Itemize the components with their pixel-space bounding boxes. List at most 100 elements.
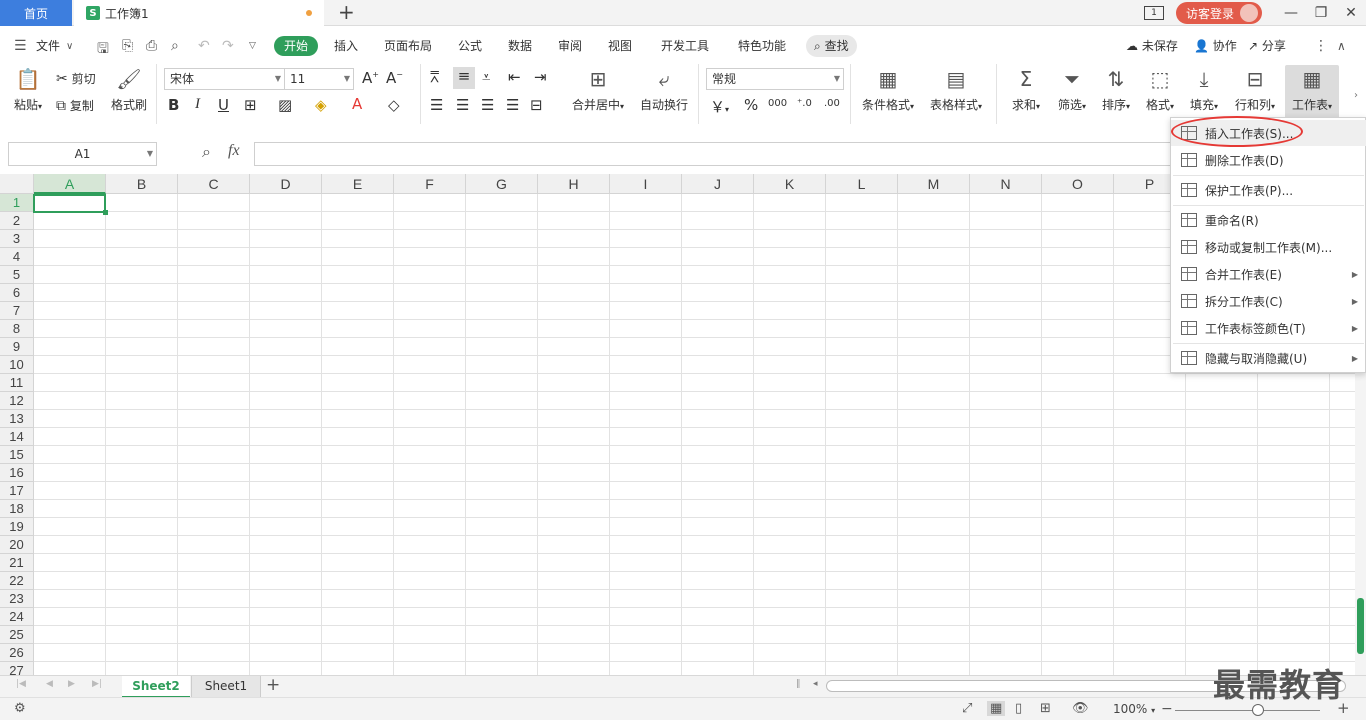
home-tab[interactable]: 首页 [0,0,72,26]
row-header-23[interactable]: 23 [0,590,34,608]
ribbon-scroll-right-icon[interactable]: › [1354,90,1358,101]
chevron-down-icon[interactable]: ∨ [66,41,73,52]
active-cell-a1[interactable] [33,194,108,215]
copy-button[interactable]: ⧉ 复制 [56,97,94,114]
window-count-icon[interactable]: 1 [1143,6,1164,20]
more-options-icon[interactable]: ⋮ [1314,38,1328,54]
column-header-o[interactable]: O [1042,174,1114,194]
tab-developer[interactable]: 开发工具 [661,33,709,59]
thousands-separator-button[interactable]: 000 [768,98,787,109]
tab-page-layout[interactable]: 页面布局 [384,33,432,59]
row-header-3[interactable]: 3 [0,230,34,248]
print-icon[interactable]: ⎙ [146,38,157,54]
decrease-font-icon[interactable]: A− [386,69,403,87]
fill-pattern-icon[interactable]: ▨ [278,96,292,114]
increase-decimal-icon[interactable]: ⁺.0 [797,98,812,109]
restore-button[interactable]: ❐ [1306,5,1336,21]
column-header-k[interactable]: K [754,174,826,194]
row-col-button[interactable]: ⊟ 行和列▾ [1232,66,1278,113]
visitor-login-button[interactable]: 访客登录 [1175,2,1262,24]
row-header-1[interactable]: 1 [0,194,34,212]
menu-tab-color[interactable]: 工作表标签颜色(T) ▶ [1171,315,1366,341]
row-header-21[interactable]: 21 [0,554,34,572]
menu-rename[interactable]: 重命名(R) [1171,207,1366,233]
font-name-select[interactable]: 宋体 ▼ [164,68,285,90]
fullscreen-icon[interactable]: ⤢ [962,701,972,716]
first-sheet-icon[interactable]: |◀ [16,679,26,689]
document-tab[interactable]: S 工作簿1 [74,0,324,26]
menu-split-worksheet[interactable]: 拆分工作表(C) ▶ [1171,288,1366,314]
normal-view-icon[interactable]: ▦ [987,701,1006,716]
macro-settings-icon[interactable]: ⚙ [14,701,26,716]
row-header-16[interactable]: 16 [0,464,34,482]
row-header-17[interactable]: 17 [0,482,34,500]
column-header-l[interactable]: L [826,174,898,194]
sheet-tab-sheet1[interactable]: Sheet1 [191,676,261,698]
tab-review[interactable]: 审阅 [558,33,582,59]
decrease-indent-icon[interactable]: ⇤ [508,68,521,86]
distributed-icon[interactable]: ⊟ [530,96,543,114]
row-header-4[interactable]: 4 [0,248,34,266]
sheet-tab-sheet2[interactable]: Sheet2 [122,676,190,698]
insert-function-button[interactable]: fx [228,142,240,160]
row-header-6[interactable]: 6 [0,284,34,302]
tab-view[interactable]: 视图 [608,33,632,59]
menu-delete-worksheet[interactable]: 删除工作表(D) [1171,147,1366,173]
column-header-d[interactable]: D [250,174,322,194]
tab-formulas[interactable]: 公式 [458,33,482,59]
select-all-corner[interactable] [0,174,34,194]
hamburger-menu-icon[interactable]: ☰ [14,38,27,54]
menu-hide-unhide[interactable]: 隐藏与取消隐藏(U) ▶ [1171,345,1366,371]
undo-icon[interactable]: ↶ [198,38,210,54]
column-header-b[interactable]: B [106,174,178,194]
sort-button[interactable]: ⇅ 排序▾ [1098,66,1134,113]
row-header-8[interactable]: 8 [0,320,34,338]
filter-button[interactable]: ⏷ 筛选▾ [1054,66,1090,113]
vertical-scroll-thumb[interactable] [1357,598,1364,654]
row-header-20[interactable]: 20 [0,536,34,554]
spreadsheet-grid[interactable]: ABCDEFGHIJKLMNOP 1 2 3 4 5 6 7 8 9 10 11 12 13 14 15 16… [0,174,1355,675]
last-sheet-icon[interactable]: ▶| [92,679,102,689]
collapse-ribbon-icon[interactable]: ∧ [1337,39,1346,53]
add-sheet-button[interactable]: + [266,675,280,695]
fill-button[interactable]: ⤓ 填充▾ [1186,66,1222,113]
tab-insert[interactable]: 插入 [334,33,358,59]
font-size-select[interactable]: 11 ▼ [284,68,354,90]
name-box[interactable]: A1 ▼ [8,142,157,166]
close-button[interactable]: ✕ [1336,5,1366,21]
worksheet-button[interactable]: ▦ 工作表▾ [1285,66,1339,113]
share-button[interactable]: ↗ 分享 [1248,33,1286,59]
conditional-format-button[interactable]: ▦ 条件格式▾ [858,66,918,113]
row-header-19[interactable]: 19 [0,518,34,536]
align-bottom-icon[interactable]: ⩡ [482,68,490,86]
row-header-26[interactable]: 26 [0,644,34,662]
zoom-search-icon[interactable]: ⌕ [202,142,211,162]
increase-indent-icon[interactable]: ⇥ [534,68,547,86]
row-header-24[interactable]: 24 [0,608,34,626]
zoom-level[interactable]: 100% ▾ [1113,702,1155,716]
align-center-icon[interactable]: ☰ [456,96,469,114]
wrap-text-button[interactable]: ⤶ 自动换行 [638,66,690,113]
row-header-18[interactable]: 18 [0,500,34,518]
row-header-5[interactable]: 5 [0,266,34,284]
menu-protect-worksheet[interactable]: 保护工作表(P)... [1171,177,1366,203]
increase-font-icon[interactable]: A+ [362,69,379,87]
row-header-14[interactable]: 14 [0,428,34,446]
border-icon[interactable]: ⊞ [244,96,257,114]
row-header-13[interactable]: 13 [0,410,34,428]
column-header-g[interactable]: G [466,174,538,194]
menu-file[interactable]: 文件 [36,33,60,59]
align-right-icon[interactable]: ☰ [481,96,494,114]
align-top-icon[interactable]: ⩞ [430,68,439,86]
fill-color-icon[interactable]: ◈ [315,96,327,114]
underline-icon[interactable]: U [218,96,229,114]
decrease-decimal-icon[interactable]: .00 [824,98,840,109]
row-header-25[interactable]: 25 [0,626,34,644]
next-sheet-icon[interactable]: ▶ [68,679,75,689]
column-header-c[interactable]: C [178,174,250,194]
align-middle-icon[interactable]: ≡ [453,67,475,89]
row-header-7[interactable]: 7 [0,302,34,320]
cut-button[interactable]: ✂ 剪切 [56,70,96,87]
column-header-f[interactable]: F [394,174,466,194]
italic-icon[interactable]: I [195,96,200,113]
